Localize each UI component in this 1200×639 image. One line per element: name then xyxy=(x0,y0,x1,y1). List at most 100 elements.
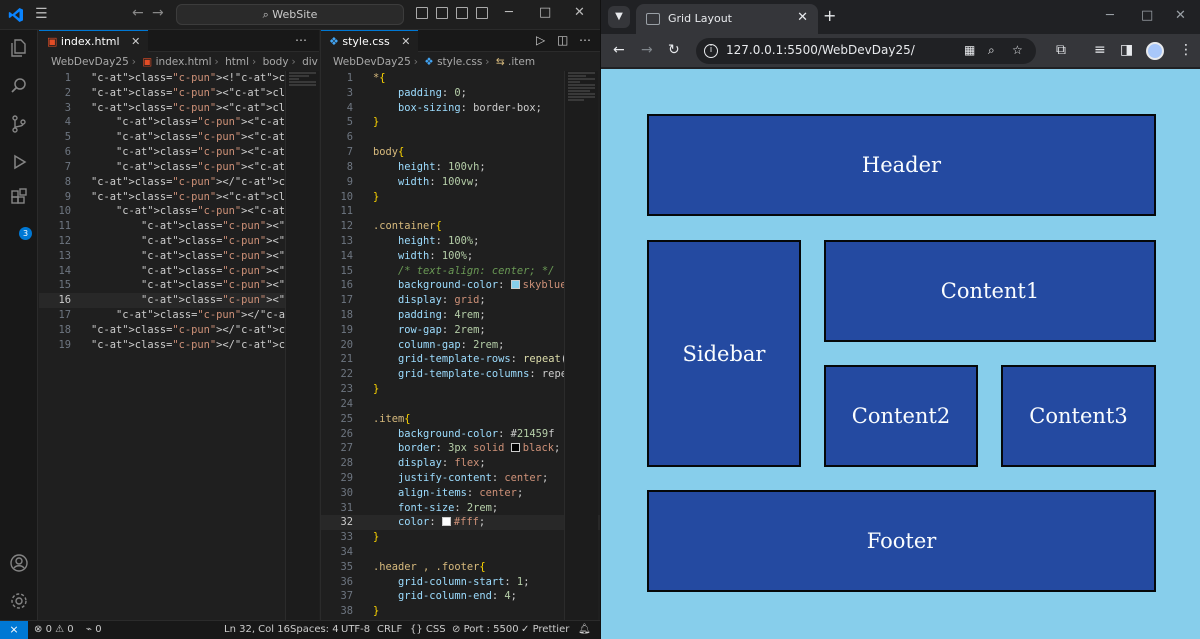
code-line[interactable]: 27 border: 3px solid black; xyxy=(321,441,600,456)
code-text[interactable]: } xyxy=(373,530,379,545)
code-line[interactable]: 7 body{ xyxy=(321,145,600,160)
code-text[interactable]: font-size: 2rem; xyxy=(373,501,498,516)
code-line[interactable]: 11 "c-at">class="c-pun"><"c-at">class="c… xyxy=(39,219,319,234)
code-text[interactable]: .item{ xyxy=(373,412,411,427)
code-line[interactable]: 19"c-at">class="c-pun"></"c-at">class="c… xyxy=(39,338,319,353)
code-line[interactable]: 17 "c-at">class="c-pun"></"c-at">class="… xyxy=(39,308,319,323)
code-line[interactable]: 22 grid-template-columns: repea xyxy=(321,367,600,382)
code-text[interactable]: background-color: #21459f xyxy=(373,427,554,442)
run-debug-icon[interactable] xyxy=(9,152,29,172)
code-text[interactable]: width: 100vw; xyxy=(373,175,479,190)
code-line[interactable]: 12 "c-at">class="c-pun"><"c-at">class="c… xyxy=(39,234,319,249)
code-line[interactable]: 5 "c-at">class="c-pun"><"c-at">class="c-… xyxy=(39,130,319,145)
code-line[interactable]: 6 xyxy=(321,130,600,145)
code-line[interactable]: 4 "c-at">class="c-pun"><"c-at">class="c-… xyxy=(39,115,319,130)
code-text[interactable]: padding: 0; xyxy=(373,86,467,101)
customize-layout-icon[interactable] xyxy=(476,7,488,19)
encoding[interactable]: UTF-8 xyxy=(341,621,370,639)
zoom-icon[interactable]: ⌕ xyxy=(988,43,995,58)
close-icon[interactable]: ✕ xyxy=(1175,8,1186,23)
code-line[interactable]: 1"c-at">class="c-pun"><!"c-at">class="c-… xyxy=(39,71,319,86)
code-line[interactable]: 13 height: 100%; xyxy=(321,234,600,249)
line-ending[interactable]: CRLF xyxy=(377,621,402,639)
code-line[interactable]: 11 xyxy=(321,204,600,219)
code-line[interactable]: 35 .header , .footer{ xyxy=(321,560,600,575)
code-text[interactable]: height: 100%; xyxy=(373,234,479,249)
maximize-icon[interactable]: □ xyxy=(1141,8,1153,23)
code-line[interactable]: 17 display: grid; xyxy=(321,293,600,308)
code-line[interactable]: 25 .item{ xyxy=(321,412,600,427)
code-text[interactable]: } xyxy=(373,382,379,397)
code-editor-css[interactable]: 1 *{3 padding: 0; 4 box-sizing: border-box… xyxy=(321,71,600,619)
code-line[interactable]: 14 "c-at">class="c-pun"><"c-at">class="c… xyxy=(39,264,319,279)
minimize-icon[interactable]: ─ xyxy=(1106,8,1114,23)
code-line[interactable]: 38} xyxy=(321,604,600,619)
code-line[interactable]: 15 "c-at">class="c-pun"><"c-at">class="c… xyxy=(39,278,319,293)
code-text[interactable]: padding: 4rem; xyxy=(373,308,486,323)
new-tab-icon[interactable]: + xyxy=(823,6,836,25)
account-icon[interactable] xyxy=(9,553,29,573)
code-text[interactable]: } xyxy=(373,604,379,619)
code-line[interactable]: 9 width: 100vw; xyxy=(321,175,600,190)
tab-close-icon[interactable]: ✕ xyxy=(131,35,140,48)
code-line[interactable]: 5} xyxy=(321,115,600,130)
breadcrumb-item[interactable]: div xyxy=(302,56,318,68)
toggle-sidebar-icon[interactable] xyxy=(416,7,428,19)
browser-tab-grid-layout[interactable]: Grid Layout ✕ xyxy=(636,4,818,34)
tab-close-icon[interactable]: ✕ xyxy=(401,35,410,48)
settings-gear-icon[interactable] xyxy=(9,591,29,611)
site-info-icon[interactable]: i xyxy=(704,44,718,58)
code-line[interactable]: 30 align-items: center; xyxy=(321,486,600,501)
color-swatch[interactable] xyxy=(510,280,520,290)
close-icon[interactable]: ✕ xyxy=(574,5,585,20)
code-line[interactable]: 9"c-at">class="c-pun"><"c-at">class="c-t… xyxy=(39,190,319,205)
profile-avatar[interactable] xyxy=(1146,42,1164,60)
back-arrow-icon[interactable]: ← xyxy=(132,5,144,21)
code-text[interactable]: box-sizing: border-box; xyxy=(373,101,542,116)
code-text[interactable]: /* text-align: center; */ xyxy=(373,264,554,279)
indentation[interactable]: Spaces: 4 xyxy=(290,621,339,639)
code-line[interactable]: 24 xyxy=(321,397,600,412)
code-text[interactable]: height: 100vh; xyxy=(373,160,486,175)
code-text[interactable]: row-gap: 2rem; xyxy=(373,323,486,338)
code-line[interactable]: 21 grid-template-rows: repeat(4 xyxy=(321,352,600,367)
code-line[interactable]: 31 font-size: 2rem; xyxy=(321,501,600,516)
code-text[interactable]: display: flex; xyxy=(373,456,486,471)
code-line[interactable]: 26 background-color: #21459f xyxy=(321,427,600,442)
forward-arrow-icon[interactable]: → xyxy=(641,42,653,58)
toggle-secondary-sidebar-icon[interactable] xyxy=(456,7,468,19)
breadcrumb-item[interactable]: body xyxy=(263,56,289,68)
reload-icon[interactable]: ↻ xyxy=(668,42,680,58)
code-text[interactable]: } xyxy=(373,115,379,130)
minimap[interactable] xyxy=(285,71,319,620)
code-text[interactable]: border: 3px solid black; xyxy=(373,441,560,456)
code-text[interactable]: display: grid; xyxy=(373,293,486,308)
code-line[interactable]: 29 justify-content: center; xyxy=(321,471,600,486)
side-panel-icon[interactable]: ◨ xyxy=(1120,42,1133,58)
code-line[interactable]: 8"c-at">class="c-pun"></"c-at">class="c-… xyxy=(39,175,319,190)
code-editor-html[interactable]: 1"c-at">class="c-pun"><!"c-at">class="c-… xyxy=(39,71,319,352)
media-control-icon[interactable]: ≡ xyxy=(1094,42,1106,58)
code-line[interactable]: 15 /* text-align: center; */ xyxy=(321,264,600,279)
prettier-status[interactable]: ✓ Prettier xyxy=(521,621,569,639)
more-actions-icon[interactable]: ⋯ xyxy=(579,33,591,47)
code-line[interactable]: 3"c-at">class="c-pun"><"c-at">class="c-t… xyxy=(39,101,319,116)
code-line[interactable]: 32 color: #fff; xyxy=(321,515,600,531)
code-line[interactable]: 13 "c-at">class="c-pun"><"c-at">class="c… xyxy=(39,249,319,264)
code-line[interactable]: 14 width: 100%; xyxy=(321,249,600,264)
remote-icon[interactable]: ⨯ xyxy=(0,621,28,639)
tab-search-icon[interactable]: ▼ xyxy=(608,6,630,28)
breadcrumb-item[interactable]: html xyxy=(225,56,249,68)
code-line[interactable]: 20 column-gap: 2rem; xyxy=(321,338,600,353)
chrome-menu-icon[interactable]: ⋮ xyxy=(1179,42,1193,58)
code-line[interactable]: 3 padding: 0; xyxy=(321,86,600,101)
color-swatch[interactable] xyxy=(441,517,451,527)
tab-style-css[interactable]: ❖ style.css ✕ xyxy=(321,30,419,52)
color-swatch[interactable] xyxy=(510,443,520,453)
code-line[interactable]: 19 row-gap: 2rem; xyxy=(321,323,600,338)
url-text[interactable]: 127.0.0.1:5500/WebDevDay25/ xyxy=(726,43,915,57)
code-text[interactable]: background-color: skyblue; xyxy=(373,278,573,293)
code-line[interactable]: 16 "c-at">class="c-pun"><"c-at">class="c… xyxy=(39,293,319,308)
code-line[interactable]: 1 *{ xyxy=(321,71,600,86)
code-text[interactable]: grid-column-start: 1; xyxy=(373,575,529,590)
